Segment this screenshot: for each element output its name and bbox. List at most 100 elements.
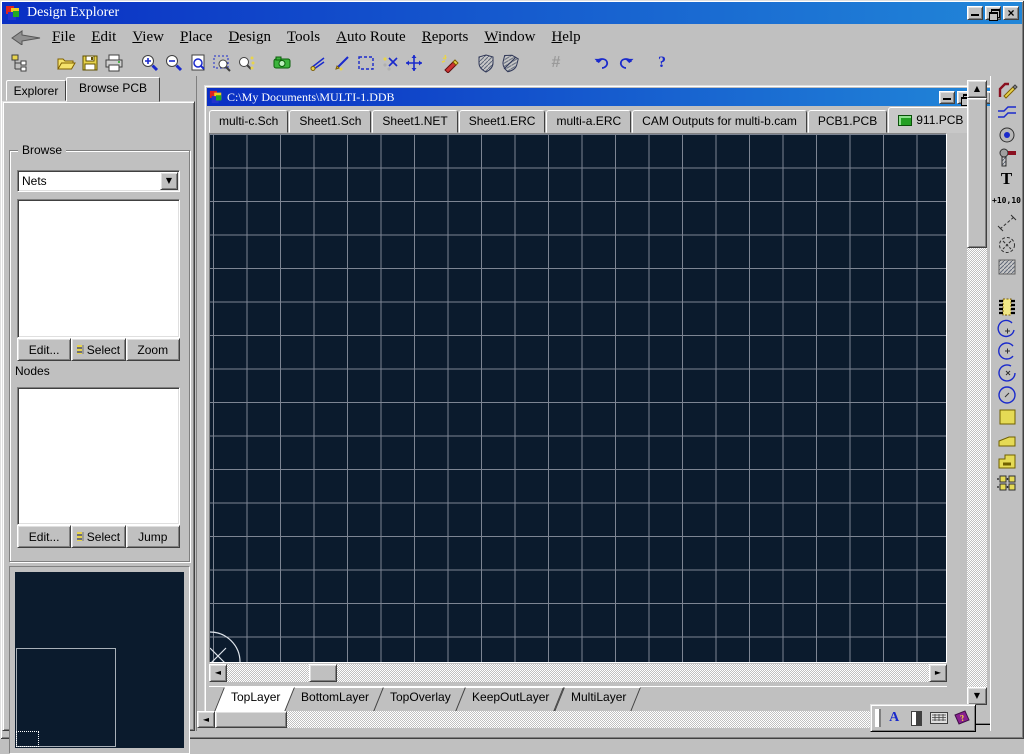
browse-mode-dropdown[interactable]: Nets ▼ xyxy=(17,170,180,192)
move-object-button[interactable] xyxy=(402,52,426,74)
shield-b-button[interactable] xyxy=(498,52,522,74)
place-arc-edge-button[interactable] xyxy=(994,318,1020,339)
place-string-button[interactable]: T xyxy=(994,168,1020,189)
redo-button[interactable] xyxy=(614,52,638,74)
doc-tab-pcb1-pcb[interactable]: PCB1.PCB xyxy=(808,110,887,133)
place-pad-button[interactable] xyxy=(994,124,1020,145)
minimize-button[interactable] xyxy=(967,6,983,20)
wizard-button[interactable] xyxy=(438,52,462,74)
scroll-up-button[interactable]: ▲ xyxy=(967,80,987,98)
ime-shape-toggle-button[interactable] xyxy=(907,708,926,728)
document-titlebar[interactable]: C:\My Documents\MULTI-1.DDB × xyxy=(207,88,990,106)
app-titlebar[interactable]: Design Explorer × xyxy=(2,2,1022,24)
menu-edit[interactable]: Edit xyxy=(83,27,124,48)
place-dimension-button[interactable] xyxy=(994,212,1020,233)
nodes-select-button[interactable]: Select xyxy=(71,525,125,548)
menu-design[interactable]: Design xyxy=(220,27,279,48)
nodes-edit-button[interactable]: Edit... xyxy=(17,525,71,548)
scroll-thumb[interactable] xyxy=(215,711,287,728)
ime-drag-handle-icon[interactable] xyxy=(875,709,881,727)
place-via-button[interactable] xyxy=(994,146,1020,167)
place-arc-center-button[interactable] xyxy=(994,340,1020,361)
scroll-right-button[interactable]: ► xyxy=(929,664,947,682)
menu-view[interactable]: View xyxy=(124,27,172,48)
menu-reports[interactable]: Reports xyxy=(414,27,477,48)
place-polygon-button[interactable] xyxy=(994,428,1020,449)
zoom-point-button[interactable] xyxy=(234,52,258,74)
menu-auto-route[interactable]: Auto Route xyxy=(328,27,414,48)
ime-help-button[interactable]: ? xyxy=(952,708,971,728)
zoom-area-button[interactable] xyxy=(210,52,234,74)
undo-button[interactable] xyxy=(590,52,614,74)
menu-window[interactable]: Window xyxy=(476,27,543,48)
zoom-out-button[interactable] xyxy=(162,52,186,74)
tab-explorer[interactable]: Explorer xyxy=(6,80,66,101)
scroll-thumb[interactable] xyxy=(309,664,337,682)
cross-probe-button[interactable] xyxy=(270,52,294,74)
save-button[interactable] xyxy=(78,52,102,74)
place-component-button[interactable] xyxy=(994,296,1020,317)
pcb-canvas[interactable] xyxy=(209,133,947,663)
dropdown-button[interactable]: ▼ xyxy=(160,172,178,190)
place-fill-button[interactable] xyxy=(994,406,1020,427)
select-area-button[interactable] xyxy=(354,52,378,74)
print-button[interactable] xyxy=(102,52,126,74)
open-button[interactable] xyxy=(54,52,78,74)
nodes-listbox[interactable] xyxy=(17,387,180,525)
place-full-circle-button[interactable] xyxy=(994,384,1020,405)
layer-tab-bottomlayer[interactable]: BottomLayer xyxy=(284,687,384,712)
zoom-document-button[interactable] xyxy=(186,52,210,74)
place-arc-angle-button[interactable] xyxy=(994,362,1020,383)
doc-tab-sheet1-sch[interactable]: Sheet1.Sch xyxy=(289,110,371,133)
zoom-in-button[interactable] xyxy=(138,52,162,74)
minimap-canvas[interactable] xyxy=(15,572,184,748)
deselect-button[interactable] xyxy=(378,52,402,74)
interactive-routing-button[interactable] xyxy=(994,80,1020,101)
scroll-thumb[interactable] xyxy=(967,98,987,248)
nets-edit-button[interactable]: Edit... xyxy=(17,338,71,361)
menu-place[interactable]: Place xyxy=(172,27,220,48)
tab-browse-pcb[interactable]: Browse PCB xyxy=(66,77,160,102)
restore-button[interactable] xyxy=(985,6,1001,20)
menu-tools[interactable]: Tools xyxy=(279,27,328,48)
ime-soft-keyboard-button[interactable] xyxy=(930,708,949,728)
cut-track-button[interactable] xyxy=(306,52,330,74)
doc-minimize-button[interactable] xyxy=(939,91,955,104)
board-minimap[interactable] xyxy=(9,566,190,754)
draw-line-button[interactable] xyxy=(330,52,354,74)
doc-tab-911-pcb[interactable]: 911.PCB xyxy=(888,107,973,133)
explorer-panel-button[interactable] xyxy=(8,52,32,74)
doc-tab-multi-a-erc[interactable]: multi-a.ERC xyxy=(546,110,631,133)
help-button[interactable]: ? xyxy=(650,52,674,74)
close-button[interactable]: × xyxy=(1003,6,1019,20)
ime-alpha-mode-button[interactable]: A xyxy=(885,708,904,728)
doc-tab-multi-c-sch[interactable]: multi-c.Sch xyxy=(209,110,288,133)
place-fill-hatched-button[interactable] xyxy=(994,256,1020,277)
scroll-track[interactable] xyxy=(967,98,987,687)
doc-tab-sheet1-net[interactable]: Sheet1.NET xyxy=(372,110,457,133)
nodes-jump-button[interactable]: Jump xyxy=(126,525,180,548)
doc-tab-cam-outputs[interactable]: CAM Outputs for multi-b.cam xyxy=(632,110,807,133)
scroll-left-button[interactable]: ◄ xyxy=(209,664,227,682)
minimap-viewport-rect[interactable] xyxy=(16,731,39,747)
place-split-plane-button[interactable] xyxy=(994,450,1020,471)
doc-tab-sheet1-erc[interactable]: Sheet1.ERC xyxy=(459,110,546,133)
scroll-track[interactable] xyxy=(227,664,929,682)
menu-arrow-icon[interactable] xyxy=(10,29,44,45)
place-keepout-button[interactable] xyxy=(994,234,1020,255)
nets-listbox[interactable] xyxy=(17,199,180,338)
scroll-track[interactable] xyxy=(215,711,947,728)
place-coordinate-button[interactable]: +10,10 xyxy=(994,190,1020,211)
scroll-down-button[interactable]: ▼ xyxy=(967,687,987,705)
toggle-grid-button[interactable]: # xyxy=(544,52,568,74)
layer-tab-multilayer[interactable]: MultiLayer xyxy=(553,687,640,712)
layer-tab-keepoutlayer[interactable]: KeepOutLayer xyxy=(455,687,564,712)
nets-zoom-button[interactable]: Zoom xyxy=(126,338,180,361)
menu-file[interactable]: File xyxy=(44,27,83,48)
menu-help[interactable]: Help xyxy=(543,27,588,48)
nets-select-button[interactable]: Select xyxy=(71,338,125,361)
place-paste-array-button[interactable] xyxy=(994,472,1020,493)
layer-tab-topoverlay[interactable]: TopOverlay xyxy=(373,687,466,712)
layer-tab-toplayer[interactable]: TopLayer xyxy=(214,687,295,712)
shield-a-button[interactable] xyxy=(474,52,498,74)
